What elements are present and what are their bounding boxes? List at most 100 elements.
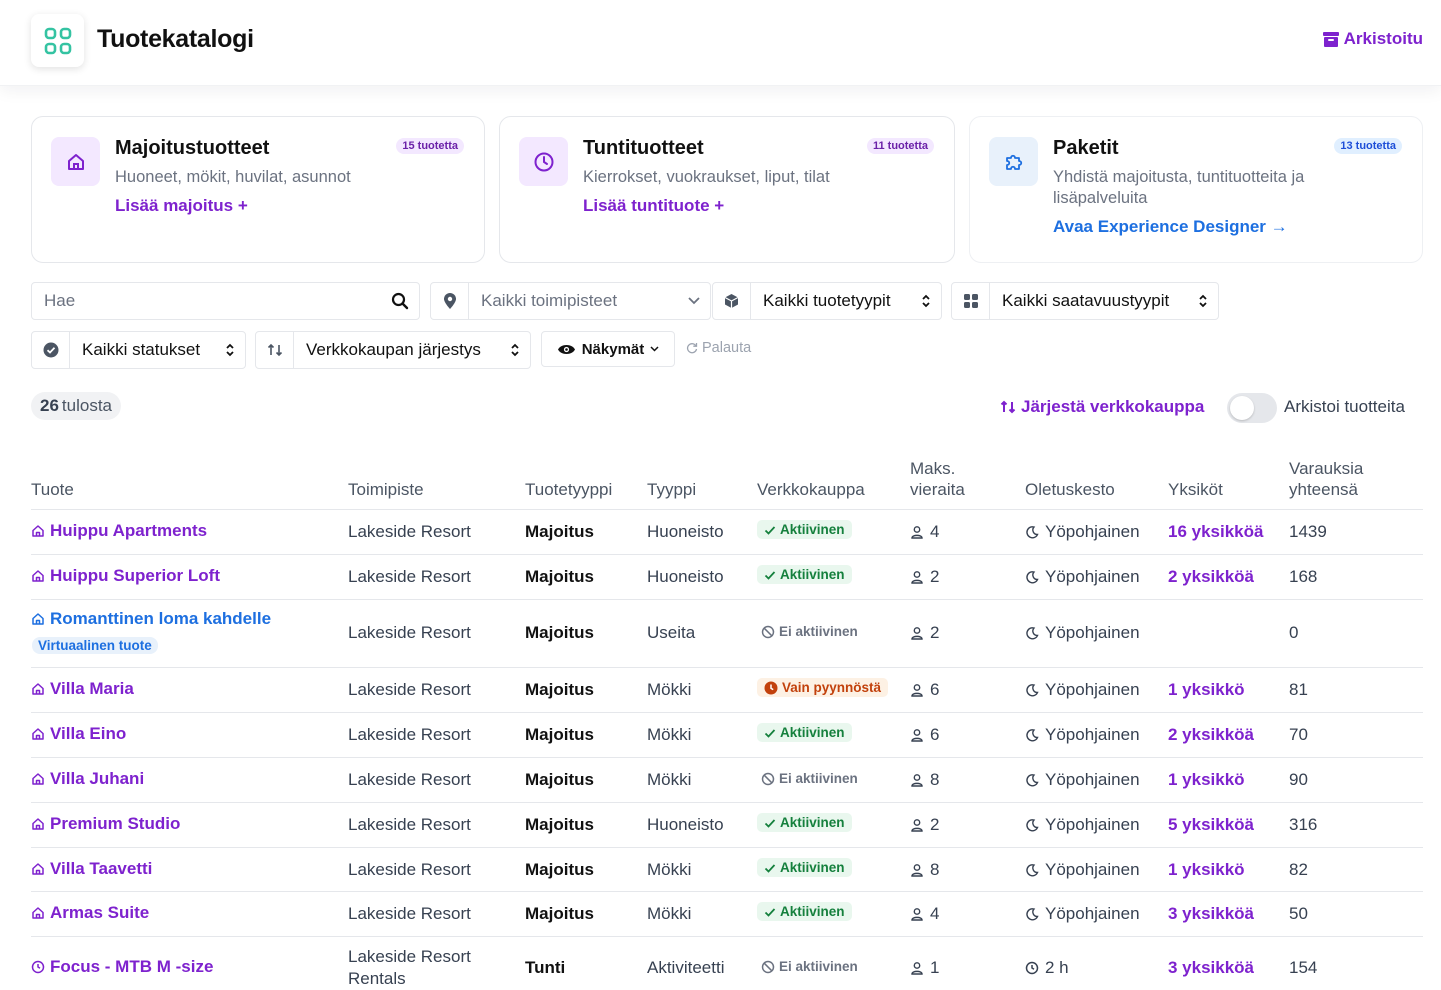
bookings-cell: 70 — [1289, 725, 1308, 744]
check-icon — [764, 569, 776, 581]
type-cell: Mökki — [647, 860, 692, 879]
search-icon[interactable] — [391, 292, 419, 310]
archive-icon — [1322, 31, 1339, 47]
status-select[interactable]: Kaikki statukset — [31, 331, 246, 369]
table-row[interactable]: Villa Eino Lakeside Resort Majoitus Mökk… — [31, 713, 1423, 758]
units-link[interactable]: 1 yksikkö — [1168, 770, 1245, 790]
card-title: Majoitustuotteet — [115, 137, 270, 159]
col-header-product-type[interactable]: Tuotetyyppi — [525, 479, 612, 500]
status-badge: Aktiivinen — [757, 723, 852, 742]
col-header-product[interactable]: Tuote — [31, 479, 74, 500]
col-header-webshop[interactable]: Verkkokauppa — [757, 479, 865, 500]
user-icon — [910, 863, 924, 877]
status-label: Vain pyynnöstä — [782, 680, 882, 695]
col-header-type[interactable]: Tyyppi — [647, 479, 696, 500]
col-header-bookings[interactable]: Varauksia yhteensä — [1289, 458, 1363, 500]
sort-webshop-label: Järjestä verkkokauppa — [1021, 397, 1205, 416]
table-row[interactable]: Villa Maria Lakeside Resort Majoitus Mök… — [31, 668, 1423, 713]
top-bar: Tuotekatalogi Arkistoitu — [0, 0, 1441, 86]
check-icon — [764, 524, 776, 536]
product-name-link[interactable]: Huippu Superior Loft — [31, 566, 220, 586]
open-experience-designer-link[interactable]: Avaa Experience Designer → — [1053, 217, 1288, 237]
product-type-cell: Majoitus — [525, 623, 594, 642]
home-icon — [31, 612, 45, 626]
sort-webshop-button[interactable]: Järjestä verkkokauppa — [1000, 397, 1204, 417]
bookings-cell: 50 — [1289, 904, 1308, 923]
table-row[interactable]: Huippu Superior Loft Lakeside Resort Maj… — [31, 555, 1423, 600]
search-input[interactable] — [32, 291, 391, 311]
product-name-link[interactable]: Villa Maria — [31, 679, 134, 699]
product-name: Huippu Superior Loft — [50, 566, 220, 585]
check-circle-icon — [32, 332, 70, 368]
eye-icon — [557, 344, 575, 354]
location-cell: Lakeside Resort — [348, 567, 471, 586]
table-row[interactable]: Huippu Apartments Lakeside Resort Majoit… — [31, 510, 1423, 555]
moon-icon — [1025, 626, 1039, 640]
table-row[interactable]: Villa Juhani Lakeside Resort Majoitus Mö… — [31, 758, 1423, 803]
ban-icon — [761, 772, 775, 786]
col-header-default-duration[interactable]: Oletuskesto — [1025, 479, 1115, 500]
archive-toggle[interactable] — [1227, 393, 1277, 423]
units-link[interactable]: 16 yksikköä — [1168, 522, 1263, 542]
updown-icon — [510, 343, 530, 357]
check-icon — [764, 906, 776, 918]
units-link[interactable]: 3 yksikköä — [1168, 958, 1254, 978]
product-name-link[interactable]: Huippu Apartments — [31, 521, 207, 541]
table-row[interactable]: Premium Studio Lakeside Resort Majoitus … — [31, 803, 1423, 848]
col-header-max-guests-line1: Maks. — [910, 459, 956, 478]
archive-toggle-label: Arkistoi tuotteita — [1284, 397, 1405, 416]
table-row[interactable]: Romanttinen loma kahdelle Virtuaalinen t… — [31, 600, 1423, 668]
user-icon — [910, 683, 924, 697]
col-header-location[interactable]: Toimipiste — [348, 479, 424, 500]
product-name: Villa Eino — [50, 724, 127, 743]
user-icon — [910, 961, 924, 975]
duration-cell: Yöpohjainen — [1025, 522, 1140, 542]
moon-icon — [1025, 907, 1039, 921]
archived-link[interactable]: Arkistoitu — [1322, 29, 1423, 49]
table-row[interactable]: Focus - MTB M -size Lakeside Resort Rent… — [31, 937, 1423, 990]
product-name-link[interactable]: Romanttinen loma kahdelle — [31, 609, 271, 629]
status-label: Aktiivinen — [780, 522, 845, 537]
user-icon — [910, 818, 924, 832]
col-header-units[interactable]: Yksiköt — [1168, 479, 1223, 500]
units-link[interactable]: 2 yksikköä — [1168, 725, 1254, 745]
add-hourly-product-link[interactable]: Lisää tuntituote + — [583, 196, 724, 216]
add-accommodation-link[interactable]: Lisää majoitus + — [115, 196, 248, 216]
user-icon — [910, 773, 924, 787]
card-accommodation: Majoitustuotteet 15 tuotetta Huoneet, mö… — [31, 116, 485, 263]
units-link[interactable]: 5 yksikköä — [1168, 815, 1254, 835]
guests-cell: 2 — [910, 623, 939, 643]
product-name-link[interactable]: Focus - MTB M -size — [31, 957, 213, 977]
views-dropdown-button[interactable]: Näkymät — [541, 331, 675, 367]
home-icon — [31, 727, 45, 741]
location-select[interactable]: Kaikki toimipisteet — [430, 282, 711, 320]
sort-select[interactable]: Verkkokaupan järjestys — [255, 331, 531, 369]
table-row[interactable]: Villa Taavetti Lakeside Resort Majoitus … — [31, 848, 1423, 892]
col-header-max-guests[interactable]: Maks. vieraita — [910, 458, 965, 500]
location-line2: Rentals — [348, 969, 406, 988]
guests-cell: 8 — [910, 860, 939, 880]
availability-select[interactable]: Kaikki saatavuustyypit — [951, 282, 1219, 320]
product-type-cell: Majoitus — [525, 904, 594, 923]
product-name-link[interactable]: Armas Suite — [31, 903, 149, 923]
duration-value: Yöpohjainen — [1045, 623, 1140, 642]
product-type-select[interactable]: Kaikki tuotetyypit — [712, 282, 942, 320]
product-name-link[interactable]: Villa Taavetti — [31, 859, 152, 879]
guests-cell: 8 — [910, 770, 939, 790]
units-link[interactable]: 2 yksikköä — [1168, 567, 1254, 587]
reset-button[interactable]: Palauta — [686, 340, 751, 356]
units-link[interactable]: 1 yksikkö — [1168, 680, 1245, 700]
units-link[interactable]: 1 yksikkö — [1168, 860, 1245, 880]
check-icon — [764, 862, 776, 874]
app-logo[interactable] — [31, 14, 84, 67]
bookings-cell: 154 — [1289, 958, 1318, 977]
units-link[interactable]: 3 yksikköä — [1168, 904, 1254, 924]
guests-value: 2 — [930, 623, 940, 642]
map-pin-icon — [431, 283, 469, 319]
duration-value: 2 h — [1045, 958, 1069, 977]
product-name-link[interactable]: Villa Juhani — [31, 769, 144, 789]
bookings-cell: 316 — [1289, 815, 1318, 834]
product-name-link[interactable]: Villa Eino — [31, 724, 126, 744]
table-row[interactable]: Armas Suite Lakeside Resort Majoitus Mök… — [31, 892, 1423, 937]
product-name-link[interactable]: Premium Studio — [31, 814, 180, 834]
